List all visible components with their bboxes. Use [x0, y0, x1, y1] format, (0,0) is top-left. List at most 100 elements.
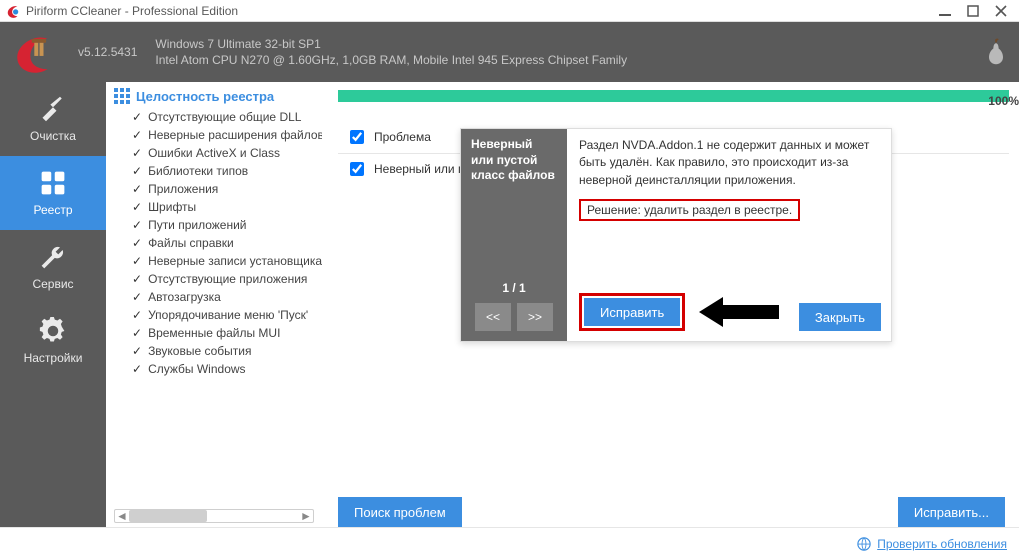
next-issue-button[interactable]: >>	[517, 303, 553, 331]
prev-issue-button[interactable]: <<	[475, 303, 511, 331]
issue-solution: Решение: удалить раздел в реестре.	[579, 199, 800, 221]
dialog-body: Раздел NVDA.Addon.1 не содержит данных и…	[567, 129, 891, 341]
check-item[interactable]: ✓ Упорядочивание меню 'Пуск'	[114, 306, 322, 324]
system-line-2: Intel Atom CPU N270 @ 1.60GHz, 1,0GB RAM…	[155, 52, 627, 68]
check-label: Временные файлы MUI	[148, 326, 280, 340]
globe-icon	[857, 537, 871, 551]
checkmark-icon: ✓	[132, 110, 142, 124]
checkmark-icon: ✓	[132, 218, 142, 232]
scan-button[interactable]: Поиск проблем	[338, 497, 462, 527]
checkmark-icon: ✓	[132, 326, 142, 340]
check-item[interactable]: ✓ Ошибки ActiveX и Class	[114, 144, 322, 162]
check-item[interactable]: ✓ Файлы справки	[114, 234, 322, 252]
issue-category: Неверный или пустой класс файлов	[471, 137, 557, 184]
status-bar: Проверить обновления	[0, 527, 1019, 559]
progress-bar	[338, 90, 1009, 102]
check-item[interactable]: ✓Отсутствующие общие DLL	[114, 108, 322, 126]
checkmark-icon: ✓	[132, 272, 142, 286]
check-label: Звуковые события	[148, 344, 251, 358]
check-label: Библиотеки типов	[148, 164, 248, 178]
fix-button[interactable]: Исправить	[584, 298, 680, 326]
scroll-thumb[interactable]	[129, 510, 207, 522]
progress-percent: 100%	[988, 94, 1019, 108]
version-label: v5.12.5431	[78, 45, 137, 59]
system-line-1: Windows 7 Ultimate 32-bit SP1	[155, 36, 627, 52]
registry-checklist-panel: Целостность реестра ✓Отсутствующие общие…	[106, 82, 322, 527]
nav-settings[interactable]: Настройки	[0, 304, 106, 378]
check-label: Пути приложений	[148, 218, 246, 232]
checkmark-icon: ✓	[132, 362, 142, 376]
check-item[interactable]: ✓Шрифты	[114, 198, 322, 216]
broom-icon	[39, 95, 67, 123]
check-label: Файлы справки	[148, 236, 234, 250]
title-text: Piriform CCleaner - Professional Edition	[26, 4, 931, 18]
checkmark-icon: ✓	[132, 200, 142, 214]
check-label: Отсутствующие приложения	[148, 272, 307, 286]
checkmark-icon: ✓	[132, 146, 142, 160]
heading-icon	[114, 88, 130, 104]
issue-counter: 1 / 1	[471, 281, 557, 303]
checklist-heading: Целостность реестра	[114, 88, 322, 104]
check-item[interactable]: ✓ Неверные расширения файлов	[114, 126, 322, 144]
check-item[interactable]: ✓ Временные файлы MUI	[114, 324, 322, 342]
app-logo	[12, 31, 54, 73]
system-info: Windows 7 Ultimate 32-bit SP1 Intel Atom…	[155, 36, 627, 68]
checkmark-icon: ✓	[132, 182, 142, 196]
horizontal-scrollbar[interactable]: ◄ ►	[114, 509, 314, 523]
checkmark-icon: ✓	[132, 236, 142, 250]
results-panel: 100% Проблема Неверный или пустой класс …	[322, 82, 1019, 527]
nav-label: Реестр	[34, 203, 73, 217]
issue-description: Раздел NVDA.Addon.1 не содержит данных и…	[579, 137, 881, 189]
nav-label: Настройки	[24, 351, 83, 365]
check-item[interactable]: ✓ Звуковые события	[114, 342, 322, 360]
nav-clean[interactable]: Очистка	[0, 82, 106, 156]
app-icon	[6, 4, 20, 18]
checkmark-icon: ✓	[132, 344, 142, 358]
check-label: Неверные записи установщика	[148, 254, 322, 268]
nav-tools[interactable]: Сервис	[0, 230, 106, 304]
checkmark-icon: ✓	[132, 128, 142, 142]
heading-text: Целостность реестра	[136, 89, 274, 104]
checkmark-icon: ✓	[132, 290, 142, 304]
checkmark-icon: ✓	[132, 254, 142, 268]
checkmark-icon: ✓	[132, 308, 142, 322]
nav-label: Очистка	[30, 129, 76, 143]
arrow-left-icon	[699, 297, 779, 327]
select-all-checkbox[interactable]	[350, 130, 364, 144]
grid-icon	[39, 169, 67, 197]
fix-all-button[interactable]: Исправить...	[898, 497, 1005, 527]
check-item[interactable]: ✓Приложения	[114, 180, 322, 198]
check-label: Неверные расширения файлов	[148, 128, 322, 142]
checkmark-icon: ✓	[132, 164, 142, 178]
scroll-right-icon[interactable]: ►	[299, 509, 313, 523]
check-label: Службы Windows	[148, 362, 245, 376]
column-header: Проблема	[374, 122, 435, 150]
nav-label: Сервис	[32, 277, 73, 291]
check-item[interactable]: ✓ Пути приложений	[114, 216, 322, 234]
window-minimize-button[interactable]	[931, 1, 959, 21]
scroll-left-icon[interactable]: ◄	[115, 509, 129, 523]
piriform-icon	[985, 38, 1007, 66]
check-label: Автозагрузка	[148, 290, 221, 304]
window-maximize-button[interactable]	[959, 1, 987, 21]
check-item[interactable]: ✓ Библиотеки типов	[114, 162, 322, 180]
wrench-icon	[39, 243, 67, 271]
issue-detail-dialog: Неверный или пустой класс файлов 1 / 1 <…	[460, 128, 892, 342]
check-updates-link[interactable]: Проверить обновления	[877, 537, 1007, 551]
app-header: v5.12.5431 Windows 7 Ultimate 32-bit SP1…	[0, 22, 1019, 82]
check-item[interactable]: ✓ Неверные записи установщика	[114, 252, 322, 270]
check-item[interactable]: ✓ Службы Windows	[114, 360, 322, 378]
left-nav: Очистка Реестр Сервис Настройки	[0, 82, 106, 527]
fix-button-highlight: Исправить	[579, 293, 685, 331]
check-item[interactable]: ✓ Отсутствующие приложения	[114, 270, 322, 288]
row-checkbox[interactable]	[350, 162, 364, 176]
check-item[interactable]: ✓ Автозагрузка	[114, 288, 322, 306]
titlebar: Piriform CCleaner - Professional Edition	[0, 0, 1019, 22]
check-label: Ошибки ActiveX и Class	[148, 146, 280, 160]
action-bar: Поиск проблем Исправить...	[338, 497, 1005, 527]
close-button[interactable]: Закрыть	[799, 303, 881, 331]
gear-icon	[39, 317, 67, 345]
check-label: Упорядочивание меню 'Пуск'	[148, 308, 308, 322]
nav-registry[interactable]: Реестр	[0, 156, 106, 230]
window-close-button[interactable]	[987, 1, 1015, 21]
